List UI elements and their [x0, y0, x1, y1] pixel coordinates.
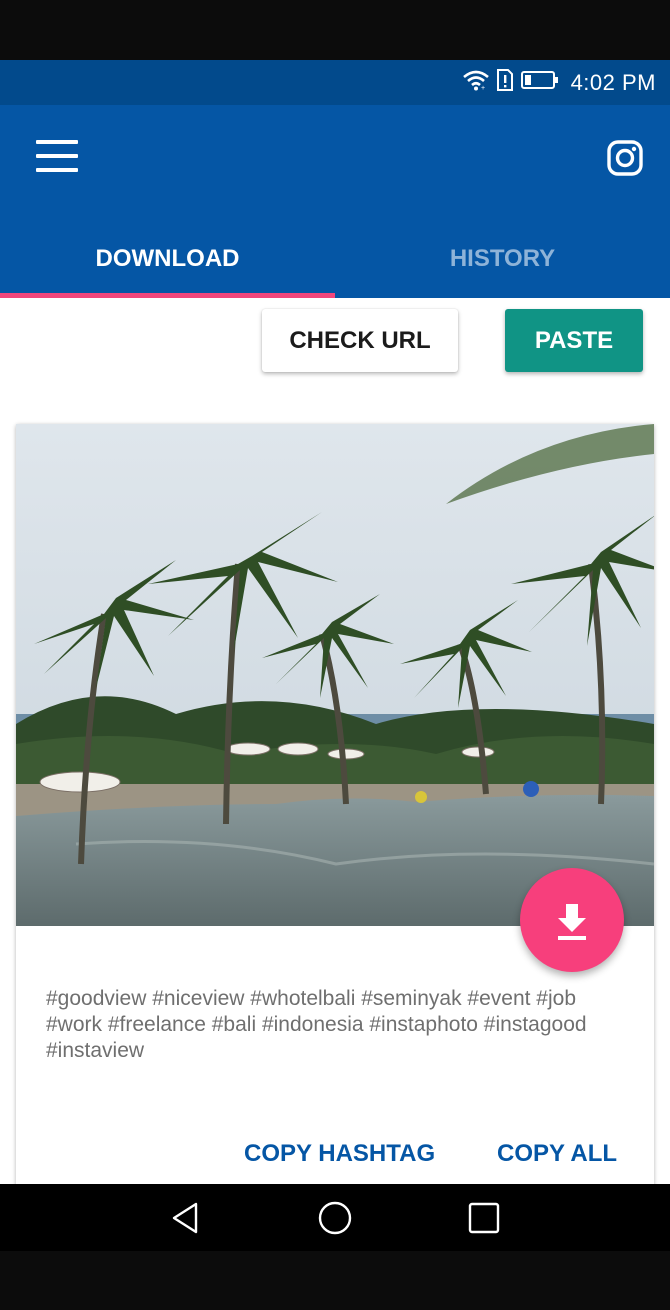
copy-hashtag-button[interactable]: COPY HASHTAG: [244, 1140, 435, 1168]
paste-button[interactable]: PASTE: [505, 309, 643, 372]
post-card: #goodview #niceview #whotelbali #seminya…: [16, 424, 654, 1184]
sim-alert-icon: [496, 69, 513, 96]
tab-download[interactable]: DOWNLOAD: [0, 220, 335, 298]
status-icons: + 4:02 PM: [462, 60, 656, 105]
tab-history-label: HISTORY: [449, 245, 556, 272]
status-bar: + 4:02 PM: [0, 60, 670, 105]
wifi-icon: +: [462, 69, 489, 96]
check-url-button[interactable]: CHECK URL: [262, 309, 458, 372]
back-icon[interactable]: [168, 1200, 204, 1236]
hamburger-menu-icon[interactable]: [36, 140, 80, 174]
download-button[interactable]: [520, 868, 624, 972]
system-nav-bar: [0, 1184, 670, 1251]
download-icon: [558, 904, 586, 940]
card-actions: COPY HASHTAG COPY ALL: [16, 1140, 654, 1180]
download-content: CHECK URL PASTE #goodview #niceview #who…: [0, 298, 670, 1184]
app-bar: DOWNLOAD HISTORY: [0, 105, 670, 298]
bottom-system-area: [0, 1251, 670, 1310]
tab-bar: DOWNLOAD HISTORY: [0, 220, 670, 298]
instagram-icon[interactable]: [606, 139, 644, 177]
battery-icon: [520, 70, 559, 95]
copy-all-button[interactable]: COPY ALL: [497, 1140, 617, 1168]
svg-text:+: +: [481, 85, 485, 91]
tab-download-label: DOWNLOAD: [95, 245, 240, 272]
status-time: 4:02 PM: [570, 69, 656, 95]
recents-icon[interactable]: [466, 1200, 502, 1236]
tab-history[interactable]: HISTORY: [335, 220, 670, 298]
home-icon[interactable]: [317, 1200, 353, 1236]
top-system-area: [0, 0, 670, 60]
post-image: [16, 424, 654, 926]
post-caption: #goodview #niceview #whotelbali #seminya…: [46, 987, 587, 1062]
